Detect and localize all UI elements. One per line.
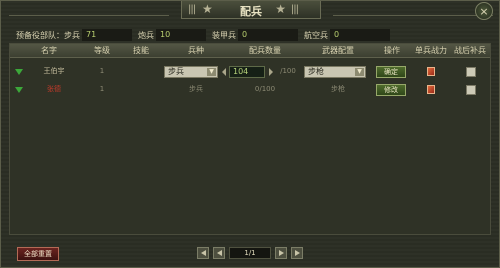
chevron-down-icon: ▼: [355, 68, 364, 76]
header-quantity: 配兵数量: [249, 46, 281, 55]
prev-page-icon: [217, 250, 222, 256]
general-skill: [116, 81, 166, 98]
increase-arrow-icon[interactable]: [269, 68, 273, 76]
reserve-bar: 预备役部队： 步兵 71 炮兵 10 装甲兵 0 航空兵 0: [16, 29, 390, 41]
weapon-value: 步枪: [308, 67, 324, 76]
replenish-checkbox[interactable]: [466, 85, 476, 95]
quantity-max: /100: [280, 67, 296, 75]
reserve-infantry-label: 步兵: [64, 30, 80, 40]
unit-power-book-icon[interactable]: [427, 67, 435, 76]
next-page-icon: [279, 250, 284, 256]
decrease-arrow-icon[interactable]: [222, 68, 226, 76]
reserve-label: 预备役部队：: [16, 30, 64, 40]
general-level: 1: [99, 85, 105, 93]
general-skill: [116, 63, 166, 80]
page-indicator: 1/1: [229, 247, 271, 259]
weapon-dropdown[interactable]: 步枪 ▼: [304, 66, 366, 78]
top-decoration-left: [9, 1, 169, 16]
reserve-armor-value: 0: [238, 29, 298, 41]
troop-type-text: 步兵: [189, 85, 203, 93]
expand-triangle-icon[interactable]: [15, 87, 23, 93]
first-page-icon: [201, 250, 206, 256]
modify-button[interactable]: 修改: [376, 84, 406, 96]
prev-page-button[interactable]: [213, 247, 225, 259]
assign-troops-window: ||| ★ 配兵 ★ ||| × 预备役部队： 步兵 71 炮兵 10 装甲兵 …: [0, 0, 500, 268]
general-name: 张德: [47, 85, 61, 93]
reserve-artillery-label: 炮兵: [138, 30, 154, 40]
quantity-input[interactable]: 104: [229, 66, 265, 78]
star-icon: ★: [275, 2, 286, 16]
header-troop-type: 兵种: [188, 46, 204, 55]
reset-all-button[interactable]: 全部重置: [17, 247, 59, 261]
top-decoration-right: [333, 1, 493, 16]
header-weapon: 武器配置: [322, 46, 354, 55]
close-button[interactable]: ×: [475, 2, 493, 20]
quantity-text: 0/100: [254, 85, 276, 93]
table-row[interactable]: 王伯宇 1 步兵 ▼ 104 /100 步枪 ▼ 确定: [10, 63, 490, 80]
unit-power-book-icon[interactable]: [427, 85, 435, 94]
quantity-value: 104: [233, 67, 249, 76]
general-level: 1: [99, 67, 105, 75]
header-post-battle-replenish: 战后补兵: [454, 46, 486, 55]
reserve-artillery-value: 10: [156, 29, 206, 41]
table-row[interactable]: 张德 1 步兵 0/100 步枪 修改: [10, 81, 490, 98]
close-icon: ×: [479, 5, 489, 18]
bars-icon: |||: [290, 4, 299, 15]
troop-type-value: 步兵: [168, 67, 184, 76]
chevron-down-icon: ▼: [207, 68, 216, 76]
reserve-armor-label: 装甲兵: [212, 30, 236, 40]
window-title: 配兵: [240, 5, 262, 18]
header-level: 等级: [94, 46, 110, 55]
title-bar: ||| ★ 配兵 ★ |||: [181, 1, 321, 19]
header-unit-power: 单兵战力: [415, 46, 447, 55]
header-skill: 技能: [133, 46, 149, 55]
weapon-text: 步枪: [331, 85, 345, 93]
reserve-air-label: 航空兵: [304, 30, 328, 40]
troop-type-dropdown[interactable]: 步兵 ▼: [164, 66, 218, 78]
reserve-infantry-value: 71: [82, 29, 132, 41]
table-header: 名字 等级 技能 兵种 配兵数量 武器配置 操作 单兵战力 战后补兵: [10, 44, 490, 58]
last-page-button[interactable]: [291, 247, 303, 259]
header-action: 操作: [384, 46, 400, 55]
expand-triangle-icon[interactable]: [15, 69, 23, 75]
header-name: 名字: [41, 46, 57, 55]
troop-table: 名字 等级 技能 兵种 配兵数量 武器配置 操作 单兵战力 战后补兵 王伯宇 1…: [9, 43, 491, 235]
next-page-button[interactable]: [275, 247, 287, 259]
last-page-icon: [295, 250, 300, 256]
reserve-air-value: 0: [330, 29, 390, 41]
confirm-button[interactable]: 确定: [376, 66, 406, 78]
replenish-checkbox[interactable]: [466, 67, 476, 77]
general-name: 王伯宇: [43, 67, 65, 75]
first-page-button[interactable]: [197, 247, 209, 259]
